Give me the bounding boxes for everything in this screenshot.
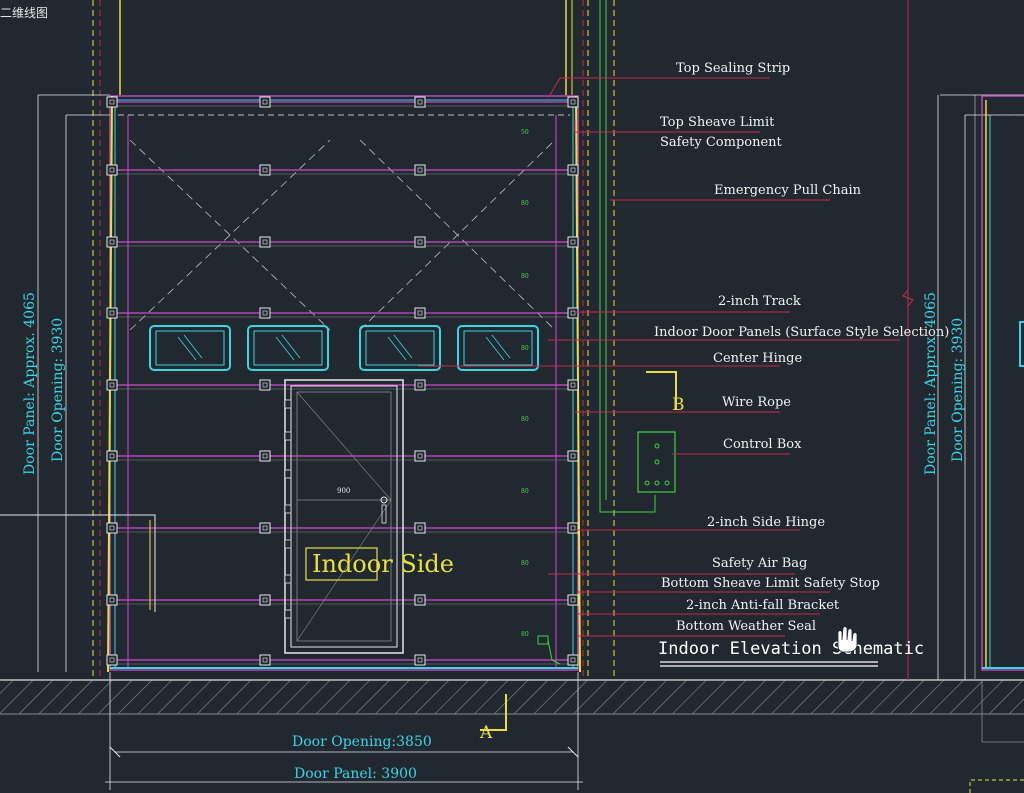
hinge-icon bbox=[106, 236, 118, 248]
hinge-icon bbox=[106, 96, 118, 108]
hinge-icon bbox=[414, 164, 426, 176]
indoor-side-label: Indoor Side bbox=[305, 547, 454, 581]
hinge-icon bbox=[106, 307, 118, 319]
door-panel-width: Door Panel: 3900 bbox=[294, 766, 417, 782]
svg-text:80: 80 bbox=[521, 560, 529, 567]
label-top-sealing-strip: Top Sealing Strip bbox=[676, 61, 790, 76]
hinge-icon bbox=[567, 164, 579, 176]
hinge-icon bbox=[414, 654, 426, 666]
label-control-box: Control Box bbox=[723, 437, 802, 452]
hinge-icon bbox=[106, 379, 118, 391]
label-two-inch-track: 2-inch Track bbox=[718, 294, 801, 309]
schematic-title: Indoor Elevation Schematic bbox=[658, 639, 924, 667]
hinge-icon bbox=[106, 654, 118, 666]
svg-text:80: 80 bbox=[521, 488, 529, 495]
hinge-icon bbox=[259, 164, 271, 176]
door-opening-width: Door Opening:3850 bbox=[292, 734, 432, 750]
door-frame bbox=[107, 95, 581, 673]
control-box bbox=[637, 431, 676, 493]
hand-cursor-icon bbox=[837, 626, 858, 653]
title-text: Indoor Elevation Schematic bbox=[658, 639, 924, 659]
label-top-sheave-limit-1: Top Sheave Limit bbox=[660, 115, 775, 130]
floor-hatch bbox=[0, 679, 1024, 715]
hinge-icon bbox=[414, 522, 426, 534]
hinge-icon bbox=[106, 450, 118, 462]
hinge-icon bbox=[106, 164, 118, 176]
svg-text:80: 80 bbox=[521, 631, 529, 638]
hinge-icon bbox=[259, 96, 271, 108]
svg-text:A: A bbox=[479, 723, 493, 743]
hinge-icon bbox=[567, 450, 579, 462]
label-emergency-pull-chain: Emergency Pull Chain bbox=[714, 183, 862, 198]
svg-text:80: 80 bbox=[521, 416, 529, 423]
svg-text:80: 80 bbox=[521, 273, 529, 280]
hinge-icon bbox=[567, 654, 579, 666]
hinge-icon bbox=[567, 307, 579, 319]
cad-drawing-canvas: Top Sealing Strip Top Sheave Limit Safet… bbox=[0, 0, 1024, 793]
hinge-icon bbox=[259, 654, 271, 666]
left-bracket bbox=[0, 514, 156, 612]
hinge-icon bbox=[414, 307, 426, 319]
label-two-inch-side-hinge: 2-inch Side Hinge bbox=[707, 515, 825, 530]
hinge-icon bbox=[567, 594, 579, 606]
callout-labels: Top Sealing Strip Top Sheave Limit Safet… bbox=[654, 61, 949, 634]
hinge-icon bbox=[259, 379, 271, 391]
window-3 bbox=[359, 325, 441, 371]
label-indoor-door-panels: Indoor Door Panels (Surface Style Select… bbox=[654, 325, 949, 340]
hinge-icon bbox=[259, 450, 271, 462]
label-bottom-weather-seal: Bottom Weather Seal bbox=[676, 619, 816, 634]
hinge-icon bbox=[414, 236, 426, 248]
hinge-icon bbox=[414, 594, 426, 606]
hinge-icon bbox=[414, 450, 426, 462]
door-windows bbox=[149, 325, 539, 371]
window-2 bbox=[247, 325, 329, 371]
door-opening-height-right: Door Opening: 3930 bbox=[950, 318, 966, 462]
hinge-icon bbox=[567, 379, 579, 391]
door-panel-height: Door Panel: Approx. 4065 bbox=[22, 292, 38, 475]
indoor-side-text: Indoor Side bbox=[312, 550, 454, 578]
hinge-icon bbox=[259, 522, 271, 534]
label-center-hinge: Center Hinge bbox=[713, 351, 802, 366]
door-panel-height-right: Door Panel: Approx. 4065 bbox=[923, 292, 939, 475]
section-marker-b: B bbox=[646, 371, 685, 415]
label-bottom-sheave-limit: Bottom Sheave Limit Safety Stop bbox=[661, 576, 880, 591]
svg-text:B: B bbox=[672, 395, 685, 415]
svg-text:80: 80 bbox=[521, 345, 529, 352]
hinge-icon bbox=[259, 594, 271, 606]
hinge-icon bbox=[414, 96, 426, 108]
label-anti-fall-bracket: 2-inch Anti-fall Bracket bbox=[686, 598, 840, 613]
pass-door bbox=[284, 379, 404, 654]
left-dimensions: Door Panel: Approx. 4065 Door Opening: 3… bbox=[22, 94, 110, 672]
label-safety-air-bag: Safety Air Bag bbox=[712, 556, 807, 571]
hinge-icon bbox=[259, 236, 271, 248]
label-top-sheave-limit-2: Safety Component bbox=[660, 135, 783, 150]
hinge-icon bbox=[106, 594, 118, 606]
hinge-icon bbox=[106, 522, 118, 534]
pass-door-width: 900 bbox=[337, 487, 350, 495]
door-opening-height: Door Opening: 3930 bbox=[50, 318, 66, 462]
svg-text:80: 80 bbox=[521, 200, 529, 207]
hinge-icon bbox=[259, 307, 271, 319]
window-1 bbox=[149, 325, 231, 371]
hinge-icon bbox=[414, 379, 426, 391]
hinge-icon bbox=[567, 236, 579, 248]
hinge-icon bbox=[567, 522, 579, 534]
hinge-icon bbox=[567, 96, 579, 108]
svg-text:50: 50 bbox=[521, 129, 529, 136]
label-wire-rope: Wire Rope bbox=[722, 395, 791, 410]
